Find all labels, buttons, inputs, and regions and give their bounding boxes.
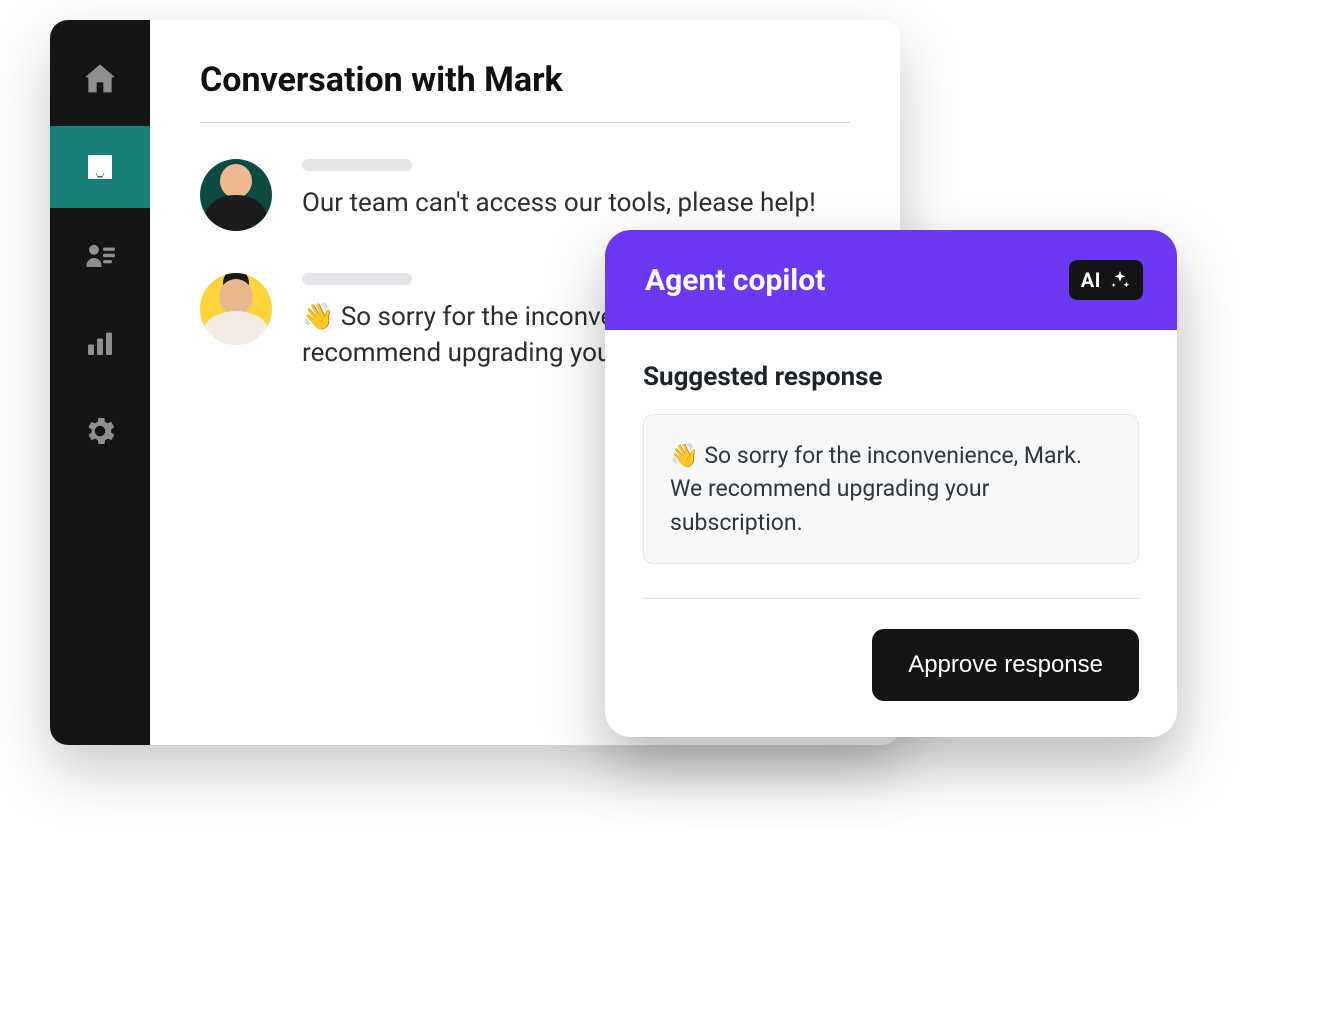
gear-icon [82, 413, 118, 449]
avatar [200, 159, 272, 231]
message-body: Our team can't access our tools, please … [302, 159, 850, 231]
copilot-body: Suggested response 👋 So sorry for the in… [605, 330, 1177, 599]
approve-response-button[interactable]: Approve response [872, 629, 1139, 701]
sidebar-item-settings[interactable] [50, 390, 150, 472]
conversation-title: Conversation with Mark [200, 60, 850, 100]
sidebar-item-home[interactable] [50, 38, 150, 120]
name-placeholder [302, 273, 412, 285]
ai-badge: AI [1069, 260, 1143, 300]
inbox-icon [82, 149, 118, 185]
copilot-title: Agent copilot [645, 263, 825, 298]
message-row: Our team can't access our tools, please … [200, 159, 850, 231]
home-icon [80, 59, 120, 99]
divider [200, 122, 850, 123]
bar-chart-icon [82, 325, 118, 361]
avatar [200, 273, 272, 345]
sidebar [50, 20, 150, 745]
contacts-icon [82, 237, 118, 273]
copilot-panel: Agent copilot AI Suggested response 👋 So… [605, 230, 1177, 737]
copilot-footer: Approve response [605, 599, 1177, 737]
sidebar-item-analytics[interactable] [50, 302, 150, 384]
suggested-response-label: Suggested response [643, 362, 1139, 392]
sidebar-item-contacts[interactable] [50, 214, 150, 296]
sparkle-icon [1109, 269, 1131, 291]
ai-badge-text: AI [1081, 268, 1101, 292]
copilot-header: Agent copilot AI [605, 230, 1177, 330]
sidebar-item-inbox[interactable] [50, 126, 150, 208]
name-placeholder [302, 159, 412, 171]
suggested-response-text: 👋 So sorry for the inconvenience, Mark. … [643, 414, 1139, 564]
message-text: Our team can't access our tools, please … [302, 185, 850, 221]
